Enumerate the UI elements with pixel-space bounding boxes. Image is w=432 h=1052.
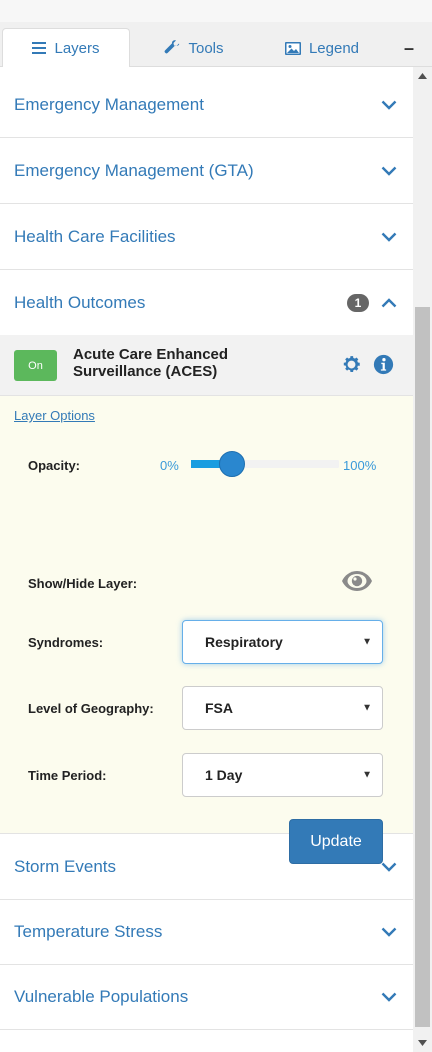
image-icon <box>284 41 301 55</box>
scroll-up-arrow-icon[interactable] <box>413 67 432 85</box>
chevron-down-icon <box>381 232 397 242</box>
time-period-select[interactable]: 1 Day ▼ <box>182 753 383 797</box>
scroll-down-arrow-icon[interactable] <box>413 1034 432 1052</box>
dropdown-caret-icon: ▼ <box>362 702 372 714</box>
category-emergency-management[interactable]: Emergency Management <box>0 73 413 138</box>
dropdown-caret-icon: ▼ <box>362 769 372 781</box>
list-icon <box>32 42 47 54</box>
tab-layers-label: Layers <box>54 39 100 57</box>
panel-scrollbar[interactable] <box>413 67 432 1052</box>
category-temperature-stress[interactable]: Temperature Stress <box>0 900 413 965</box>
time-period-selected-value: 1 Day <box>205 767 243 783</box>
tab-legend-label: Legend <box>308 39 360 57</box>
layers-panel: Emergency Management Emergency Managemen… <box>0 67 413 1052</box>
layer-options-link[interactable]: Layer Options <box>14 408 95 423</box>
syndromes-selected-value: Respiratory <box>205 634 283 650</box>
collapse-panel-button[interactable]: – <box>392 32 426 64</box>
tab-tools-label: Tools <box>188 39 224 57</box>
eye-icon[interactable] <box>341 570 373 592</box>
tab-layers[interactable]: Layers <box>2 28 130 68</box>
opacity-slider-handle[interactable] <box>219 451 246 477</box>
layer-toggle-button[interactable]: On <box>14 350 57 381</box>
category-health-care-facilities[interactable]: Health Care Facilities <box>0 205 413 270</box>
opacity-max-label: 100% <box>343 458 377 473</box>
show-hide-label: Show/Hide Layer: <box>28 576 138 591</box>
opacity-label: Opacity: <box>28 458 81 473</box>
opacity-slider[interactable] <box>191 451 339 477</box>
scrollbar-thumb[interactable] <box>415 307 430 1027</box>
chevron-down-icon <box>381 166 397 176</box>
category-title: Health Outcomes <box>14 293 146 312</box>
opacity-min-label: 0% <box>160 458 179 473</box>
layer-options-panel: Layer Options Opacity: 0% 100% Show/Hide… <box>0 396 413 864</box>
top-bar <box>0 0 432 22</box>
chevron-down-icon <box>381 992 397 1002</box>
chevron-up-icon <box>381 298 397 308</box>
layer-name: Acute Care Enhanced Surveillance (ACES) <box>73 346 229 380</box>
category-title: Health Care Facilities <box>14 227 176 246</box>
category-vulnerable-populations[interactable]: Vulnerable Populations <box>0 965 413 1030</box>
category-title: Emergency Management <box>14 95 204 114</box>
dropdown-caret-icon: ▼ <box>362 636 372 648</box>
category-health-outcomes[interactable]: Health Outcomes 1 <box>0 271 413 336</box>
geography-label: Level of Geography: <box>28 701 154 716</box>
tab-legend[interactable]: Legend <box>258 28 386 68</box>
time-period-label: Time Period: <box>28 768 107 783</box>
category-title: Vulnerable Populations <box>14 987 189 1006</box>
syndromes-select[interactable]: Respiratory ▼ <box>182 620 383 664</box>
chevron-down-icon <box>381 927 397 937</box>
active-layer-count-badge: 1 <box>347 294 369 312</box>
gear-icon[interactable] <box>341 354 362 375</box>
chevron-down-icon <box>381 862 397 872</box>
geography-select[interactable]: FSA ▼ <box>182 686 383 730</box>
category-title: Storm Events <box>14 857 117 876</box>
wrench-icon <box>164 40 180 56</box>
syndromes-label: Syndromes: <box>28 635 104 650</box>
geography-selected-value: FSA <box>205 700 233 716</box>
chevron-down-icon <box>381 100 397 110</box>
category-title: Emergency Management (GTA) <box>14 161 254 180</box>
panel-tabs: Layers Tools Legend – <box>0 22 432 68</box>
tab-tools[interactable]: Tools <box>130 28 258 68</box>
category-title: Temperature Stress <box>14 922 163 941</box>
category-storm-events[interactable]: Storm Events <box>0 835 413 900</box>
info-icon[interactable] <box>373 354 394 375</box>
category-emergency-management-gta[interactable]: Emergency Management (GTA) <box>0 139 413 204</box>
layer-item-aces: On Acute Care Enhanced Surveillance (ACE… <box>0 335 413 396</box>
